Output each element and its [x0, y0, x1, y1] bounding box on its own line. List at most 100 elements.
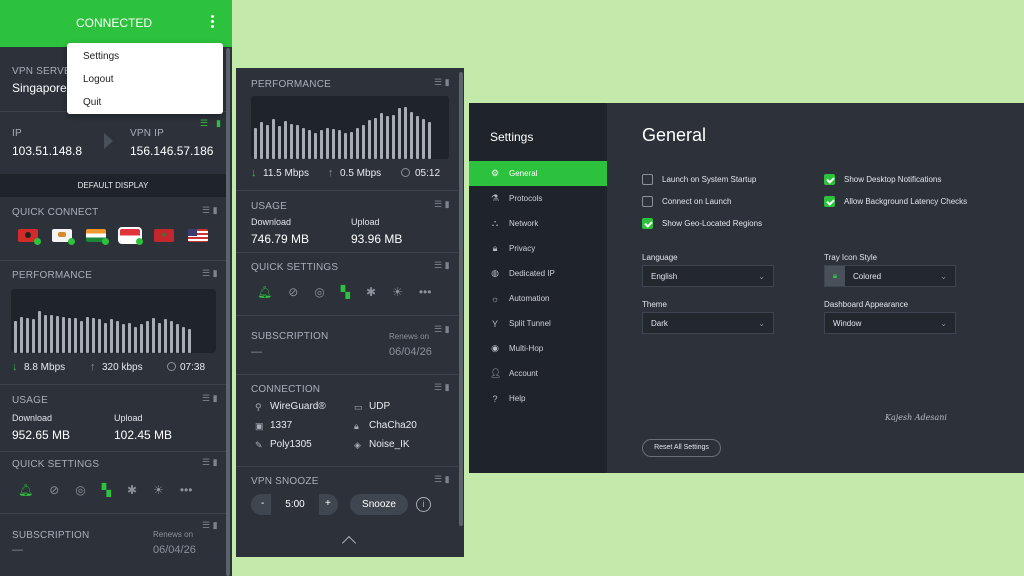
gear-icon: ⚙ — [490, 168, 500, 178]
flag-cyprus[interactable] — [52, 229, 75, 245]
menu-settings[interactable]: Settings — [83, 51, 119, 62]
snooze-button[interactable]: Snooze — [350, 494, 408, 515]
scrollbar[interactable] — [226, 48, 230, 576]
checkbox-checked[interactable] — [642, 218, 653, 229]
option-geo-regions[interactable]: Show Geo-Located Regions — [642, 218, 762, 229]
drag-handle-icon[interactable]: ☰ ▮ — [434, 199, 450, 210]
menu-logout[interactable]: Logout — [83, 74, 114, 85]
nav-help[interactable]: ? Help — [469, 386, 607, 411]
network-icon[interactable]: ▚ — [341, 285, 350, 299]
performance-bar — [350, 132, 353, 159]
info-icon[interactable]: i — [416, 497, 431, 512]
theme-select[interactable]: Dark ⌄ — [642, 312, 774, 334]
renews-on-label: Renews on — [153, 530, 194, 539]
flag-singapore[interactable] — [118, 227, 143, 245]
nav-protocols[interactable]: ⚗ Protocols — [469, 186, 607, 211]
drag-handle-icon[interactable]: ☰ ▮ — [434, 260, 450, 271]
drag-handle-icon[interactable]: ☰ ▮ — [434, 77, 450, 88]
default-display-bar[interactable]: DEFAULT DISPLAY — [0, 174, 226, 197]
performance-bar — [356, 128, 359, 159]
performance-bar — [74, 318, 77, 353]
flag-albania[interactable] — [18, 229, 41, 245]
nav-multi-hop[interactable]: ◉ Multi-Hop — [469, 336, 607, 361]
bug-icon[interactable]: ✱ — [127, 483, 137, 497]
drag-handle-icon[interactable]: ☰ ▮ — [202, 205, 218, 216]
language-select[interactable]: English ⌄ — [642, 265, 774, 287]
download-label: Download — [251, 217, 292, 227]
performance-bar — [80, 321, 83, 353]
option-launch-startup[interactable]: Launch on System Startup — [642, 174, 756, 185]
nav-automation[interactable]: ☼ Automation — [469, 286, 607, 311]
performance-bar — [122, 324, 125, 353]
performance-bar — [332, 129, 335, 159]
globe-icon[interactable]: ◎ — [75, 483, 85, 497]
snooze-time-input[interactable]: 5:00 — [271, 494, 319, 515]
block-icon[interactable]: ⊘ — [49, 483, 59, 497]
checkbox[interactable] — [642, 196, 653, 207]
account-icon: 👤︎ — [490, 368, 502, 378]
quick-settings-row: 🔔︎ ⊘ ◎ ▚ ✱ ☀ ••• — [257, 285, 431, 299]
network-icon[interactable]: ▚ — [102, 483, 111, 497]
option-desktop-notifications[interactable]: Show Desktop Notifications — [824, 174, 941, 185]
usage-title: USAGE — [12, 395, 49, 406]
nav-general[interactable]: ⚙ General — [469, 161, 607, 186]
drag-handle-icon[interactable]: ☰ ▮ — [202, 457, 218, 468]
flag-india[interactable] — [86, 229, 109, 245]
light-icon[interactable]: ☀ — [153, 483, 164, 497]
ip-label: IP — [12, 128, 22, 139]
settings-sidebar: Settings ⚙ General ⚗ Protocols ⛬ Network 🔒︎… — [469, 103, 607, 473]
reset-settings-button[interactable]: Reset All Settings — [642, 439, 721, 457]
vpn-dashboard-middle: PERFORMANCE ☰ ▮ ↓ 11.5 Mbps ↑ 0.5 Mbps 0… — [236, 68, 464, 557]
drag-handle-icon[interactable]: ☰ ▮ — [434, 324, 450, 335]
scrollbar[interactable] — [459, 72, 463, 526]
checkbox-checked[interactable] — [824, 196, 835, 207]
drag-handle-icon[interactable]: ☰ ▮ — [434, 474, 450, 485]
quick-connect-flags: ★ — [18, 227, 208, 245]
drag-handle-icon[interactable]: ☰ ▮ — [202, 268, 218, 279]
performance-bar — [314, 133, 317, 159]
flag-morocco[interactable]: ★ — [154, 229, 174, 242]
performance-bar — [152, 318, 155, 353]
dashboard-appearance-select[interactable]: Window ⌄ — [824, 312, 956, 334]
checkbox[interactable] — [642, 174, 653, 185]
upload-arrow-icon: ↑ — [328, 167, 334, 179]
drag-handle-icon[interactable]: ☰ ▮ — [202, 393, 218, 404]
drag-handle-icon[interactable]: ☰ ▮ — [434, 382, 450, 393]
renew-date: 06/04/26 — [389, 346, 432, 358]
more-icon[interactable]: ••• — [419, 285, 432, 299]
menu-quit[interactable]: Quit — [83, 97, 101, 108]
bell-icon[interactable]: 🔔︎ — [257, 285, 272, 299]
option-connect-launch[interactable]: Connect on Launch — [642, 196, 731, 207]
nav-dedicated-ip[interactable]: ◍ Dedicated IP — [469, 261, 607, 286]
bug-icon[interactable]: ✱ — [366, 285, 376, 299]
cipher-value: ChaCha20 — [369, 420, 417, 431]
snooze-minus-button[interactable]: - — [261, 498, 264, 509]
list-icon[interactable]: ☰ — [200, 118, 208, 129]
flag-usa[interactable] — [188, 229, 208, 242]
collapse-chevron-icon[interactable] — [341, 535, 357, 551]
nav-split-tunnel[interactable]: Y Split Tunnel — [469, 311, 607, 336]
bookmark-icon[interactable]: ▮ — [216, 118, 221, 129]
option-latency-checks[interactable]: Allow Background Latency Checks — [824, 196, 967, 207]
performance-bar — [272, 119, 275, 159]
vpn-server-value[interactable]: Singapore — [12, 81, 67, 95]
performance-bar — [62, 317, 65, 353]
bell-icon[interactable]: 🔔︎ — [18, 483, 33, 497]
kebab-menu-icon[interactable] — [210, 15, 216, 28]
performance-bar — [278, 126, 281, 159]
checkbox-checked[interactable] — [824, 174, 835, 185]
nav-privacy[interactable]: 🔒︎ Privacy — [469, 236, 607, 261]
globe-icon[interactable]: ◎ — [314, 285, 324, 299]
performance-bar — [422, 119, 425, 159]
tray-icon-select[interactable]: 🔒︎ Colored ⌄ — [824, 265, 956, 287]
subscription-dash: — — [251, 346, 262, 358]
light-icon[interactable]: ☀ — [392, 285, 403, 299]
lock-icon: 🔒︎ — [354, 421, 359, 431]
more-icon[interactable]: ••• — [180, 483, 193, 497]
connection-status[interactable]: CONNECTED — [0, 16, 228, 30]
block-icon[interactable]: ⊘ — [288, 285, 298, 299]
drag-handle-icon[interactable]: ☰ ▮ — [202, 520, 218, 531]
nav-account[interactable]: 👤︎ Account — [469, 361, 607, 386]
nav-network[interactable]: ⛬ Network — [469, 211, 607, 236]
snooze-plus-button[interactable]: + — [325, 498, 331, 509]
